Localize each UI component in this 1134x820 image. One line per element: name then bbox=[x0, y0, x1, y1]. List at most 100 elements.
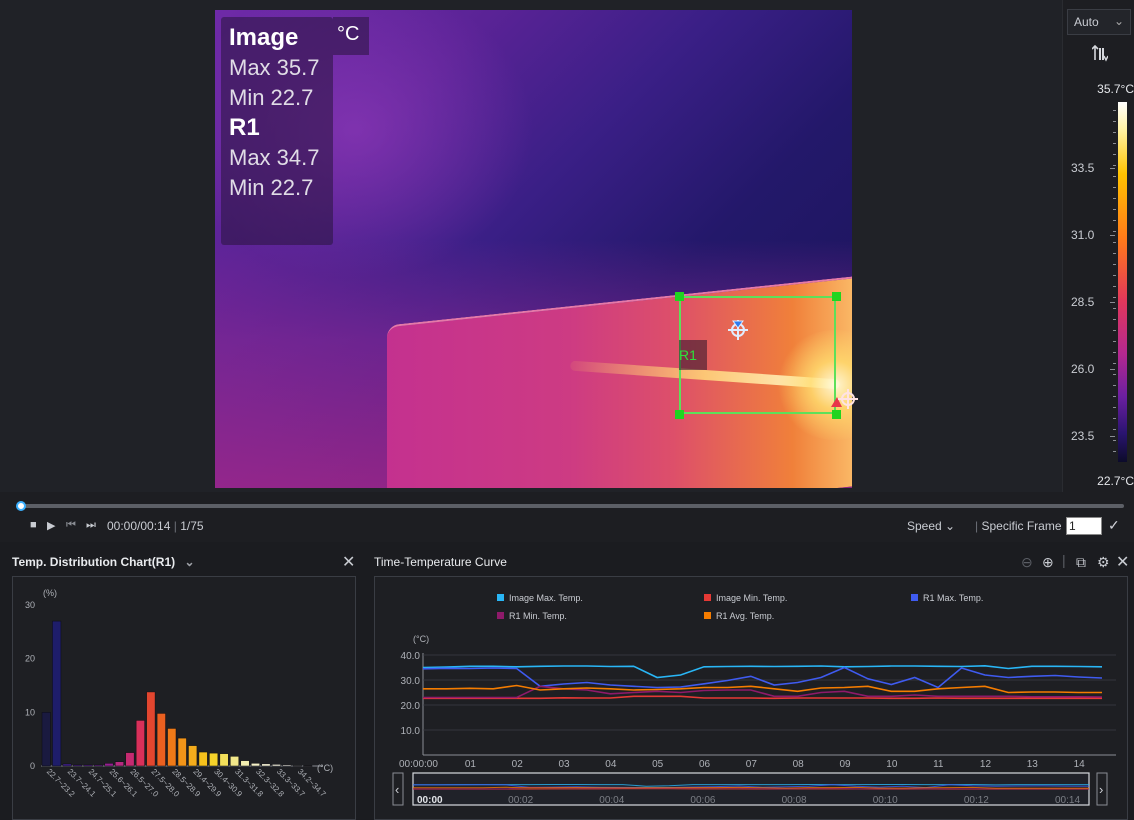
histogram-bar bbox=[135, 720, 145, 767]
y-tick-label: 30 bbox=[25, 600, 35, 610]
series-line bbox=[422, 664, 1103, 679]
y-tick-label: 20.0 bbox=[401, 701, 421, 712]
next-frame-icon[interactable]: ⏭ bbox=[86, 519, 96, 532]
histogram-bar bbox=[125, 752, 135, 767]
legend-label: Image Min. Temp. bbox=[716, 593, 787, 603]
frame-readout: 1/75 bbox=[180, 519, 204, 533]
play-icon[interactable]: ▶ bbox=[47, 519, 55, 532]
scale-minor-tick bbox=[1113, 407, 1116, 408]
legend-swatch bbox=[497, 612, 504, 619]
histogram-bar bbox=[114, 761, 124, 767]
scale-minor-tick bbox=[1113, 209, 1116, 210]
roi-handle[interactable] bbox=[832, 410, 841, 419]
close-icon[interactable]: ✕ bbox=[342, 552, 355, 572]
histogram-bar bbox=[62, 763, 72, 767]
x-tick-label: 12 bbox=[980, 759, 992, 770]
roi-handle[interactable] bbox=[675, 410, 684, 419]
histogram-bar bbox=[52, 620, 62, 767]
histogram-bar bbox=[83, 764, 93, 767]
check-icon[interactable]: ✓ bbox=[1108, 517, 1120, 534]
specific-frame-input[interactable] bbox=[1066, 517, 1102, 535]
separator: | bbox=[975, 519, 979, 533]
histogram-bar bbox=[219, 753, 229, 767]
histogram-bar bbox=[41, 712, 51, 767]
x-tick-label: 14 bbox=[1074, 759, 1086, 770]
legend-swatch bbox=[497, 594, 504, 601]
min-temp-marker-icon bbox=[728, 320, 748, 340]
image-min-value: Min 22.7 bbox=[229, 85, 314, 110]
scale-minor-tick bbox=[1113, 187, 1116, 188]
zoom-out-icon[interactable]: ⊖ bbox=[1021, 554, 1033, 571]
stop-icon[interactable]: ■ bbox=[30, 519, 37, 531]
scale-minor-tick bbox=[1113, 319, 1116, 320]
scale-minor-tick bbox=[1113, 286, 1116, 287]
playback-bar: ■ ▶ ⏮ ⏭ 00:00/00:14 | 1/75 Speed ⌄ | Spe… bbox=[0, 492, 1134, 542]
scale-minor-tick bbox=[1113, 253, 1116, 254]
sort-icon[interactable] bbox=[1092, 44, 1108, 62]
roi-handle[interactable] bbox=[832, 292, 841, 301]
histogram-bar bbox=[177, 737, 187, 767]
scale-minor-tick bbox=[1113, 341, 1116, 342]
histogram-bar bbox=[303, 765, 313, 767]
scale-minor-tick bbox=[1113, 374, 1116, 375]
scale-minor-tick bbox=[1113, 429, 1116, 430]
prev-frame-icon[interactable]: ⏮ bbox=[66, 519, 76, 532]
histogram-bar bbox=[167, 728, 177, 767]
scale-minor-tick bbox=[1113, 220, 1116, 221]
scale-tick-label: 28.5 bbox=[1071, 295, 1095, 309]
histogram-bar bbox=[261, 763, 271, 767]
speed-select[interactable]: Speed ⌄ bbox=[907, 519, 955, 533]
legend-swatch bbox=[911, 594, 918, 601]
histogram-bar bbox=[240, 760, 250, 767]
curve-panel: Time-Temperature Curve ⊖ ⊕ | ⧉ ⚙ ✕ Image… bbox=[368, 546, 1134, 820]
scale-minor-tick bbox=[1113, 418, 1116, 419]
distribution-chart: (%)010203022.7~23.223.7~24.124.7~25.125.… bbox=[25, 588, 333, 799]
roi-handle[interactable] bbox=[675, 292, 684, 301]
scale-minor-tick bbox=[1113, 242, 1116, 243]
scale-minor-tick bbox=[1113, 198, 1116, 199]
progress-thumb[interactable] bbox=[16, 501, 26, 511]
scale-minor-tick bbox=[1113, 132, 1116, 133]
r1-max-value: Max 34.7 bbox=[229, 145, 320, 170]
histogram-bar bbox=[250, 763, 260, 767]
histogram-bar bbox=[271, 764, 281, 767]
histogram-bar bbox=[94, 764, 104, 767]
progress-track[interactable] bbox=[20, 504, 1124, 508]
time-temperature-chart: Image Max. Temp. Image Min. Temp. R1 Max. … bbox=[392, 593, 1116, 806]
max-temp-marker-icon bbox=[831, 389, 858, 409]
scale-tick-label: 31.0 bbox=[1071, 228, 1095, 242]
scale-tick-label: 33.5 bbox=[1071, 161, 1095, 175]
legend-label: Image Max. Temp. bbox=[509, 593, 583, 603]
chevron-right-icon: › bbox=[1099, 782, 1103, 797]
scale-minor-tick bbox=[1113, 451, 1116, 452]
settings-icon[interactable]: ⚙ bbox=[1097, 554, 1110, 571]
export-icon[interactable]: ⧉ bbox=[1076, 554, 1086, 571]
scale-mode-value: Auto bbox=[1074, 15, 1099, 29]
zoom-in-icon[interactable]: ⊕ bbox=[1042, 554, 1054, 571]
x-tick-label: 03 bbox=[558, 759, 570, 770]
histogram-bar bbox=[73, 764, 83, 767]
scale-tick-mark bbox=[1110, 436, 1115, 437]
series-line bbox=[422, 666, 1103, 689]
x-tick-label: 02 bbox=[512, 759, 524, 770]
distribution-title[interactable]: Temp. Distribution Chart(R1) ⌄ bbox=[12, 555, 195, 569]
curve-title: Time-Temperature Curve bbox=[374, 555, 507, 569]
histogram-bar bbox=[230, 756, 240, 767]
distribution-chart-box: (%) 0 10 20 30 22.7~23.2 23.7~24.1 24.7~25.1 25.… bbox=[12, 576, 356, 820]
x-tick-label: 06 bbox=[699, 759, 711, 770]
color-gradient-bar bbox=[1118, 102, 1127, 462]
close-icon[interactable]: ✕ bbox=[1116, 552, 1129, 572]
roi-label: R1 bbox=[679, 340, 707, 370]
separator: | bbox=[173, 519, 177, 533]
overview-tick-label: 00:14 bbox=[1055, 795, 1080, 806]
x-tick-label: 11 bbox=[933, 759, 944, 770]
scale-minor-tick bbox=[1113, 440, 1116, 441]
scale-minor-tick bbox=[1113, 352, 1116, 353]
x-tick-label: 05 bbox=[652, 759, 664, 770]
histogram-bar bbox=[188, 745, 198, 767]
legend-label: R1 Min. Temp. bbox=[509, 611, 567, 621]
scale-minor-tick bbox=[1113, 143, 1116, 144]
curve-chart-box: Image Max. Temp. Image Min. Temp. R1 Max. … bbox=[374, 576, 1128, 820]
scale-mode-select[interactable]: Auto ⌄ bbox=[1067, 9, 1131, 35]
histogram-bar bbox=[209, 752, 219, 767]
